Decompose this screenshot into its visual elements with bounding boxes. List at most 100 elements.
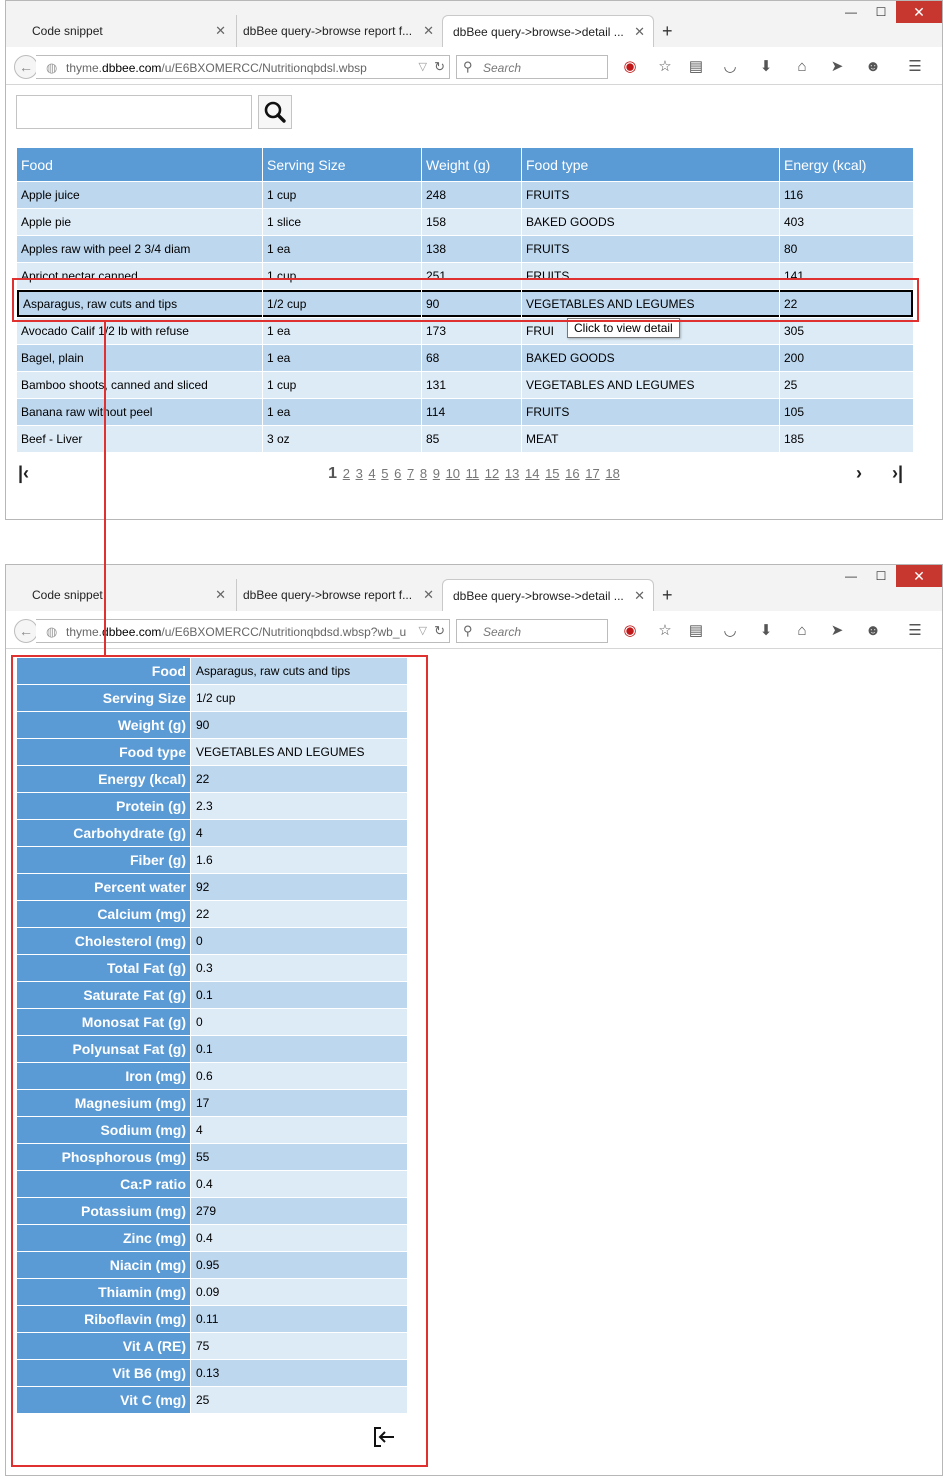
return-to-list-icon[interactable] bbox=[372, 1425, 396, 1449]
table-row[interactable]: Banana raw without peel 1 ea 114 FRUITS 105 bbox=[17, 399, 913, 425]
chat-icon[interactable]: ☻ bbox=[862, 621, 884, 641]
table-row[interactable]: Bagel, plain 1 ea 68 BAKED GOODS 200 bbox=[17, 345, 913, 371]
page-link[interactable]: 12 bbox=[485, 466, 499, 481]
minimize-icon[interactable]: — bbox=[836, 565, 866, 587]
close-tab-icon[interactable]: ✕ bbox=[423, 587, 434, 603]
table-row[interactable]: Apple pie 1 slice 158 BAKED GOODS 403 bbox=[17, 209, 913, 235]
tab-code-snippet[interactable]: Code snippet ✕ bbox=[8, 15, 234, 47]
star-icon[interactable]: ☆ bbox=[654, 621, 676, 641]
send-icon[interactable]: ➤ bbox=[826, 57, 848, 77]
cell-energy: 200 bbox=[780, 345, 913, 371]
detail-value: 0.11 bbox=[191, 1306, 407, 1332]
detail-label: Zinc (mg) bbox=[17, 1225, 190, 1251]
close-tab-icon[interactable]: ✕ bbox=[423, 23, 434, 39]
table-row-selected[interactable]: Asparagus, raw cuts and tips 1/2 cup 90 VEG… bbox=[17, 290, 913, 317]
page-link[interactable]: 4 bbox=[368, 466, 375, 481]
detail-row: Carbohydrate (g) 4 bbox=[17, 820, 407, 846]
tab-browse-detail[interactable]: dbBee query->browse->detail ... ✕ bbox=[442, 579, 654, 611]
column-header-weight[interactable]: Weight (g) bbox=[422, 148, 521, 181]
table-row[interactable]: Avocado Calif 1/2 lb with refuse 1 ea 173 F… bbox=[17, 318, 913, 344]
column-header-serving-size[interactable]: Serving Size bbox=[263, 148, 421, 181]
browser-search-field[interactable]: ⚲ Search bbox=[456, 55, 608, 79]
reload-icon[interactable]: ↻ bbox=[434, 59, 445, 75]
url-bar[interactable]: ◍ thyme.dbbee.com/u/E6BXOMERCC/Nutrition… bbox=[36, 619, 450, 643]
reading-list-icon[interactable]: ▤ bbox=[685, 621, 707, 641]
tab-browse-detail[interactable]: dbBee query->browse->detail ... ✕ bbox=[442, 15, 654, 47]
page-link[interactable]: 8 bbox=[420, 466, 427, 481]
pocket-icon[interactable]: ◡ bbox=[719, 57, 741, 77]
last-page-icon[interactable]: ›| bbox=[892, 463, 903, 484]
filter-search-button[interactable] bbox=[258, 95, 292, 129]
column-header-energy[interactable]: Energy (kcal) bbox=[780, 148, 913, 181]
detail-row: Calcium (mg) 22 bbox=[17, 901, 407, 927]
browser-search-field[interactable]: ⚲ Search bbox=[456, 619, 608, 643]
close-tab-icon[interactable]: ✕ bbox=[634, 588, 645, 604]
table-row[interactable]: Apple juice 1 cup 248 FRUITS 116 bbox=[17, 182, 913, 208]
minimize-icon[interactable]: — bbox=[836, 1, 866, 23]
table-row[interactable]: Apples raw with peel 2 3/4 diam 1 ea 138 FR… bbox=[17, 236, 913, 262]
url-dropdown-icon[interactable]: ▽ bbox=[419, 60, 427, 73]
tab-label: dbBee query->browse->detail ... bbox=[453, 25, 624, 39]
filter-input[interactable] bbox=[16, 95, 252, 129]
page-link[interactable]: 9 bbox=[433, 466, 440, 481]
hamburger-menu-icon[interactable]: ☰ bbox=[904, 57, 926, 77]
back-arrow-icon[interactable]: ← bbox=[14, 619, 38, 643]
next-page-icon[interactable]: › bbox=[856, 463, 862, 484]
new-tab-icon[interactable]: + bbox=[662, 585, 673, 606]
page-link[interactable]: 14 bbox=[525, 466, 539, 481]
detail-row: Niacin (mg) 0.95 bbox=[17, 1252, 407, 1278]
table-row[interactable]: Beef - Liver 3 oz 85 MEAT 185 bbox=[17, 426, 913, 452]
close-window-icon[interactable]: ✕ bbox=[896, 1, 942, 23]
page-link[interactable]: 10 bbox=[446, 466, 460, 481]
close-tab-icon[interactable]: ✕ bbox=[215, 587, 226, 603]
download-icon[interactable]: ⬇ bbox=[755, 57, 777, 77]
detail-label: Percent water bbox=[17, 874, 190, 900]
page-link[interactable]: 7 bbox=[407, 466, 414, 481]
new-tab-icon[interactable]: + bbox=[662, 21, 673, 42]
cell-energy: 141 bbox=[780, 263, 913, 289]
record-icon[interactable]: ◉ bbox=[619, 57, 641, 77]
cell-energy: 403 bbox=[780, 209, 913, 235]
detail-value: 0.3 bbox=[191, 955, 407, 981]
reading-list-icon[interactable]: ▤ bbox=[685, 57, 707, 77]
page-link[interactable]: 17 bbox=[585, 466, 599, 481]
close-tab-icon[interactable]: ✕ bbox=[634, 24, 645, 40]
download-icon[interactable]: ⬇ bbox=[755, 621, 777, 641]
column-header-food-type[interactable]: Food type bbox=[522, 148, 779, 181]
home-icon[interactable]: ⌂ bbox=[791, 621, 813, 641]
pocket-icon[interactable]: ◡ bbox=[719, 621, 741, 641]
close-tab-icon[interactable]: ✕ bbox=[215, 23, 226, 39]
detail-value: 4 bbox=[191, 820, 407, 846]
page-link[interactable]: 11 bbox=[466, 466, 480, 481]
close-window-icon[interactable]: ✕ bbox=[896, 565, 942, 587]
url-dropdown-icon[interactable]: ▽ bbox=[419, 624, 427, 637]
home-icon[interactable]: ⌂ bbox=[791, 57, 813, 77]
page-link[interactable]: 5 bbox=[381, 466, 388, 481]
url-prefix: thyme. bbox=[66, 61, 103, 75]
page-link[interactable]: 6 bbox=[394, 466, 401, 481]
url-domain: dbbee.com bbox=[102, 61, 162, 75]
record-icon[interactable]: ◉ bbox=[619, 621, 641, 641]
page-link[interactable]: 2 bbox=[343, 466, 350, 481]
table-row[interactable]: Bamboo shoots, canned and sliced 1 cup 131… bbox=[17, 372, 913, 398]
send-icon[interactable]: ➤ bbox=[826, 621, 848, 641]
tab-code-snippet[interactable]: Code snippet ✕ bbox=[8, 579, 234, 611]
table-row[interactable]: Apricot nectar canned 1 cup 251 FRUITS 141 bbox=[17, 263, 913, 289]
maximize-icon[interactable]: ☐ bbox=[866, 1, 896, 23]
tab-browse-report[interactable]: dbBee query->browse report f... ✕ bbox=[236, 15, 442, 47]
detail-label: Vit A (RE) bbox=[17, 1333, 190, 1359]
url-bar[interactable]: ◍ thyme.dbbee.com/u/E6BXOMERCC/Nutrition… bbox=[36, 55, 450, 79]
tab-browse-report[interactable]: dbBee query->browse report f... ✕ bbox=[236, 579, 442, 611]
hamburger-menu-icon[interactable]: ☰ bbox=[904, 621, 926, 641]
page-link[interactable]: 16 bbox=[565, 466, 579, 481]
page-link[interactable]: 3 bbox=[356, 466, 363, 481]
maximize-icon[interactable]: ☐ bbox=[866, 565, 896, 587]
chat-icon[interactable]: ☻ bbox=[862, 57, 884, 77]
back-arrow-icon[interactable]: ← bbox=[14, 55, 38, 79]
reload-icon[interactable]: ↻ bbox=[434, 623, 445, 639]
star-icon[interactable]: ☆ bbox=[654, 57, 676, 77]
column-header-food[interactable]: Food bbox=[17, 148, 262, 181]
page-link[interactable]: 18 bbox=[605, 466, 619, 481]
page-link[interactable]: 15 bbox=[545, 466, 559, 481]
page-link[interactable]: 13 bbox=[505, 466, 519, 481]
